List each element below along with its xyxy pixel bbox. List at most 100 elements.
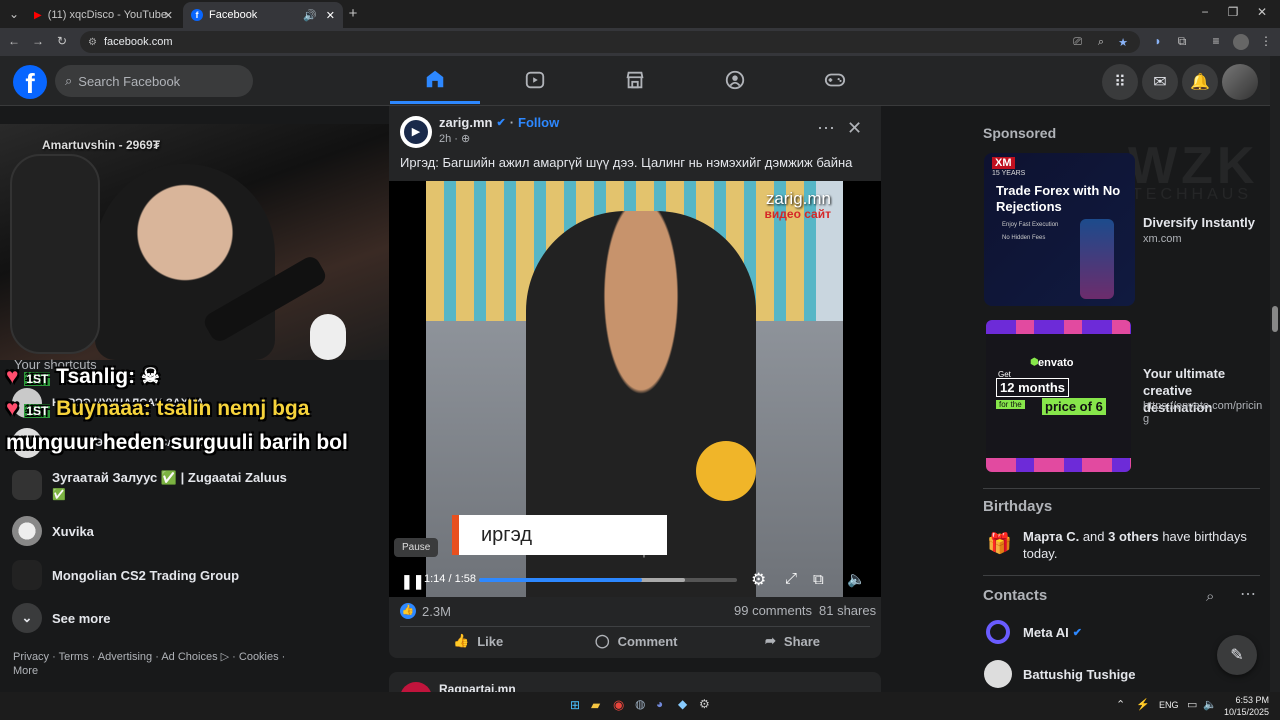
miniplayer-icon[interactable]: ⧉: [813, 571, 824, 588]
facebook-logo[interactable]: f: [13, 65, 47, 99]
feed-post: ▶ zarig.mn ✔ · Follow 2h · ⊕ ⋯ ✕ Иргэд: …: [389, 106, 881, 658]
share-count[interactable]: 81 shares: [819, 603, 876, 618]
right-divider-1: [983, 488, 1260, 489]
nav-video[interactable]: [490, 56, 580, 104]
start-icon[interactable]: ⊞: [570, 698, 580, 712]
page-avatar[interactable]: ▶: [400, 116, 432, 148]
nav-home[interactable]: [390, 56, 480, 104]
zoom-icon[interactable]: ⌕: [1098, 36, 1104, 49]
page-name[interactable]: zarig.mn: [439, 115, 492, 130]
fullscreen-icon[interactable]: ⤢: [785, 570, 797, 587]
volume-tray-icon[interactable]: 🔈: [1203, 698, 1217, 711]
shortcut-xuvika[interactable]: Xuvika: [12, 516, 94, 546]
contacts-options-icon[interactable]: ⋯: [1240, 584, 1256, 604]
birthday-text[interactable]: Марта С. and 3 others have birthdays tod…: [1023, 528, 1263, 562]
ad-xm-title[interactable]: Diversify Instantly: [1143, 215, 1255, 230]
back-icon[interactable]: ←: [6, 34, 22, 48]
close-window-icon[interactable]: ✕: [1254, 5, 1270, 19]
post-time-text[interactable]: 2h ·: [439, 133, 458, 145]
file-explorer-icon[interactable]: ▰: [591, 698, 600, 712]
reload-icon[interactable]: ↻: [54, 34, 70, 48]
account-avatar[interactable]: [1222, 64, 1258, 100]
steam-icon[interactable]: ◍: [635, 697, 645, 711]
reaction-summary[interactable]: 👍 2.3M: [400, 603, 451, 619]
profile-avatar[interactable]: [1233, 34, 1249, 50]
tab-youtube[interactable]: ▶ (11) xqcDisco - YouTube ✕: [26, 2, 181, 28]
nav-groups[interactable]: [690, 56, 780, 104]
minimize-icon[interactable]: −: [1197, 5, 1213, 19]
network-icon[interactable]: ▭: [1187, 698, 1197, 711]
settings-app-icon[interactable]: ⚙: [699, 697, 710, 711]
groups-icon: [725, 70, 745, 90]
menu-grid-button[interactable]: ⠿: [1102, 64, 1138, 100]
volume-icon[interactable]: 🔈: [847, 570, 866, 588]
ad-xm[interactable]: XM 15 YEARS Trade Forex with No Rejectio…: [984, 153, 1135, 306]
comment-count[interactable]: 99 comments: [734, 603, 812, 618]
tab-close-icon[interactable]: ✕: [164, 9, 173, 22]
extension-icon[interactable]: ◗: [1150, 34, 1166, 48]
comment-button[interactable]: ◯ Comment: [595, 633, 678, 649]
menu-dots-icon[interactable]: ⋮: [1258, 34, 1274, 48]
seek-bar[interactable]: [479, 578, 737, 582]
language-indicator[interactable]: ENG: [1159, 700, 1179, 710]
birthdays-heading: Birthdays: [983, 498, 1053, 515]
tab-facebook[interactable]: f Facebook 🔊 ✕: [183, 2, 343, 28]
contact-name: Meta AI: [1023, 624, 1069, 640]
ad-envato[interactable]: envato ⬢ Get 12 months for the price of …: [986, 320, 1131, 472]
pause-icon[interactable]: ❚❚: [401, 573, 424, 590]
reading-list-icon[interactable]: ≡: [1208, 34, 1224, 48]
notifications-button[interactable]: 🔔: [1182, 64, 1218, 100]
chrome-icon[interactable]: ◉: [613, 697, 624, 713]
bookmark-star-icon[interactable]: ★: [1118, 36, 1128, 49]
share-button[interactable]: ➦ Share: [765, 633, 820, 649]
puzzle-icon[interactable]: ⧉: [1174, 34, 1190, 49]
chat-badge-1st-icon: 1ST: [24, 404, 51, 418]
new-message-button[interactable]: ✎: [1217, 635, 1257, 675]
contact-meta-ai[interactable]: Meta AI ✔: [986, 620, 1082, 644]
discord-icon[interactable]: ◕: [656, 697, 663, 711]
footer-links[interactable]: Privacy · Terms · Advertising · Ad Choic…: [13, 650, 293, 678]
envato-logo: envato: [1038, 357, 1074, 369]
video-watermark: zarig.mn: [765, 189, 831, 208]
tab-close-icon[interactable]: ✕: [326, 9, 335, 22]
facebook-favicon-icon: f: [191, 9, 203, 21]
globe-icon: ⊕: [461, 133, 471, 145]
post-options-icon[interactable]: ⋯: [817, 118, 835, 139]
nav-marketplace[interactable]: [590, 56, 680, 104]
install-app-icon[interactable]: ⎚: [1073, 36, 1082, 49]
settings-gear-icon[interactable]: ⚙: [751, 570, 766, 590]
next-post-name[interactable]: Ragpartai.mn: [439, 682, 516, 692]
restore-icon[interactable]: ❐: [1225, 5, 1241, 19]
see-more-button[interactable]: ⌄ See more: [12, 603, 111, 633]
tab-search-icon[interactable]: ⌄: [6, 7, 22, 21]
new-tab-icon[interactable]: +: [345, 5, 361, 22]
forward-icon[interactable]: →: [30, 34, 46, 48]
tray-app-icon[interactable]: ⚡: [1136, 698, 1150, 711]
reaction-count: 2.3M: [422, 603, 451, 619]
shortcut-zugaatai-zaluus[interactable]: Зугаатай Залуус ✅ | Zugaatai Zaluus ✅: [12, 470, 287, 501]
next-post-avatar[interactable]: [400, 682, 432, 692]
like-button[interactable]: 👍 Like: [453, 633, 503, 649]
tray-chevron-icon[interactable]: ⌃: [1116, 698, 1125, 711]
shortcut-cs2-trading[interactable]: Mongolian CS2 Trading Group: [12, 560, 239, 590]
scrollbar-thumb[interactable]: [1272, 306, 1278, 332]
nav-gaming[interactable]: [790, 56, 880, 104]
clock[interactable]: 6:53 PM 10/15/2025: [1224, 694, 1269, 718]
xm-bullet-2: No Hidden Fees: [1002, 235, 1046, 241]
page-scrollbar[interactable]: [1270, 56, 1280, 692]
click-to-expand[interactable]: Click to expand: [592, 546, 667, 558]
app-icon[interactable]: ◆: [678, 697, 687, 711]
close-icon[interactable]: ✕: [847, 118, 862, 139]
promo-months-text: 12 months: [1000, 380, 1066, 395]
thumbs-up-icon: 👍: [453, 633, 470, 648]
contacts-search-icon[interactable]: ⌕: [1206, 588, 1214, 605]
site-info-icon[interactable]: ⚙: [88, 37, 97, 48]
tab-audio-icon[interactable]: 🔊: [303, 9, 317, 22]
shortcut-label: Зугаатай Залуус ✅ | Zugaatai Zaluus: [52, 470, 287, 485]
contact-battushig[interactable]: Battushig Tushige: [984, 660, 1135, 688]
follow-button[interactable]: Follow: [518, 115, 559, 130]
video-player[interactable]: zarig.mn видео сайт иргэд Click to expan…: [389, 181, 881, 597]
url-field[interactable]: ⚙ facebook.com ⎚ ⌕ ★: [80, 31, 1140, 53]
messenger-button[interactable]: ✉: [1142, 64, 1178, 100]
search-input[interactable]: ⌕ Search Facebook: [55, 65, 253, 97]
